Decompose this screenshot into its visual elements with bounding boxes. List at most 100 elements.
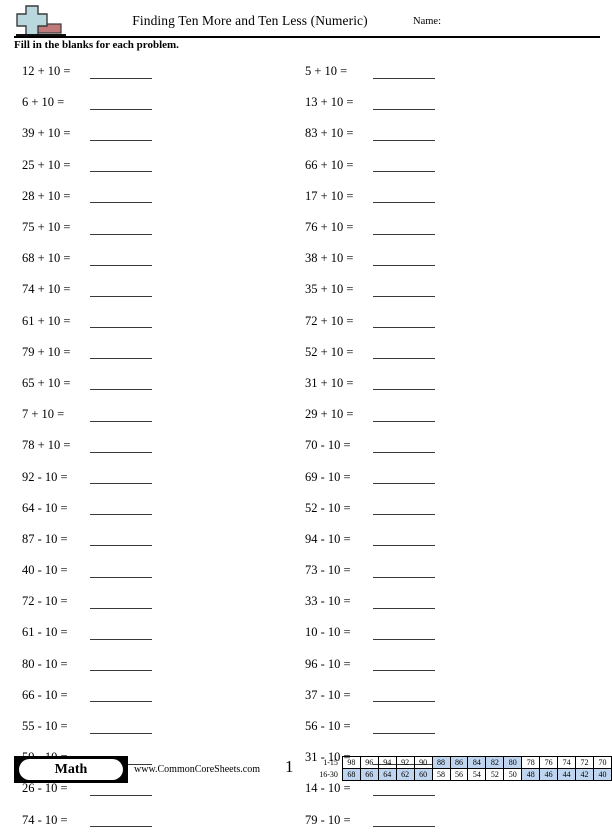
problem-row: 33 - 10 = xyxy=(305,586,575,617)
answer-blank[interactable] xyxy=(90,688,152,703)
problem-expression: 73 - 10 = xyxy=(305,563,351,578)
problem-expression: 68 + 10 = xyxy=(22,251,71,266)
answer-blank[interactable] xyxy=(373,96,435,110)
answer-blank[interactable] xyxy=(90,345,152,360)
answer-key-cell: 84 xyxy=(467,756,487,769)
answer-blank[interactable] xyxy=(90,626,152,640)
problem-row: 92 - 10 = xyxy=(22,461,292,492)
problem-row: 68 + 10 = xyxy=(22,243,292,274)
answer-blank[interactable] xyxy=(373,657,435,672)
site-url-text: www.CommonCoreSheets.com xyxy=(134,764,261,775)
answer-blank[interactable] xyxy=(373,127,435,141)
answer-blank[interactable] xyxy=(90,96,152,110)
answer-blank[interactable] xyxy=(373,564,435,578)
answer-blank[interactable] xyxy=(373,283,435,297)
problem-expression: 80 - 10 = xyxy=(22,656,68,671)
problem-expression: 40 - 10 = xyxy=(22,563,68,578)
answer-blank[interactable] xyxy=(90,470,152,485)
answer-key-cell: 54 xyxy=(467,768,487,781)
answer-blank[interactable] xyxy=(373,532,435,547)
problem-expression: 78 + 10 = xyxy=(22,438,71,453)
answer-blank[interactable] xyxy=(373,626,435,640)
problem-row: 94 - 10 = xyxy=(305,524,575,555)
answer-key-cell: 72 xyxy=(575,756,594,769)
answer-blank[interactable] xyxy=(373,158,435,173)
answer-blank[interactable] xyxy=(90,564,152,578)
answer-blank[interactable] xyxy=(90,252,152,266)
answer-blank[interactable] xyxy=(90,657,152,672)
problem-row: 76 + 10 = xyxy=(305,212,575,243)
answer-blank[interactable] xyxy=(373,65,435,79)
problem-row: 74 + 10 = xyxy=(22,274,292,305)
answer-key-cell: 50 xyxy=(503,768,523,781)
answer-blank[interactable] xyxy=(90,158,152,173)
answer-blank[interactable] xyxy=(373,688,435,703)
answer-blank[interactable] xyxy=(90,283,152,297)
answer-key-cell: 62 xyxy=(395,768,415,781)
answer-blank[interactable] xyxy=(90,189,152,204)
answer-blank[interactable] xyxy=(90,314,152,329)
problem-row: 29 + 10 = xyxy=(305,399,575,430)
problem-row: 72 + 10 = xyxy=(305,306,575,337)
answer-blank[interactable] xyxy=(90,221,152,235)
answer-blank[interactable] xyxy=(373,189,435,204)
problem-expression: 74 + 10 = xyxy=(22,282,71,297)
answer-blank[interactable] xyxy=(90,127,152,141)
problem-expression: 72 - 10 = xyxy=(22,594,68,609)
answer-blank[interactable] xyxy=(90,595,152,609)
problem-expression: 74 - 10 = xyxy=(22,812,68,827)
answer-blank[interactable] xyxy=(90,501,152,516)
answer-blank[interactable] xyxy=(373,595,435,609)
answer-key-cell: 88 xyxy=(431,756,451,769)
answer-blank[interactable] xyxy=(373,345,435,360)
answer-blank[interactable] xyxy=(90,532,152,547)
answer-blank[interactable] xyxy=(373,470,435,485)
problem-row: 28 + 10 = xyxy=(22,181,292,212)
answer-key-cell: 46 xyxy=(539,768,559,781)
problem-row: 38 + 10 = xyxy=(305,243,575,274)
answer-key-cell: 98 xyxy=(341,756,361,769)
answer-key-cell: 42 xyxy=(575,768,594,781)
answer-blank[interactable] xyxy=(90,439,152,453)
problem-expression: 28 + 10 = xyxy=(22,188,71,203)
answer-blank[interactable] xyxy=(90,65,152,79)
problem-expression: 72 + 10 = xyxy=(305,313,354,328)
problem-row: 64 - 10 = xyxy=(22,493,292,524)
answer-key-cell: 58 xyxy=(431,768,451,781)
problem-row: 83 + 10 = xyxy=(305,118,575,149)
subject-badge-label: Math xyxy=(19,759,123,780)
answer-blank[interactable] xyxy=(373,720,435,734)
answer-blank[interactable] xyxy=(373,439,435,453)
answer-blank[interactable] xyxy=(373,408,435,422)
problem-expression: 55 - 10 = xyxy=(22,719,68,734)
problem-row: 79 + 10 = xyxy=(22,337,292,368)
problem-row: 80 - 10 = xyxy=(22,649,292,680)
answer-blank[interactable] xyxy=(90,720,152,734)
problem-expression: 52 - 10 = xyxy=(305,500,351,515)
problem-row: 72 - 10 = xyxy=(22,586,292,617)
answer-key-cell: 52 xyxy=(485,768,505,781)
problem-expression: 75 + 10 = xyxy=(22,220,71,235)
answer-blank[interactable] xyxy=(90,813,152,828)
problem-expression: 31 + 10 = xyxy=(305,375,354,390)
answer-blank[interactable] xyxy=(373,501,435,516)
page-title: Finding Ten More and Ten Less (Numeric) xyxy=(132,13,368,28)
answer-blank[interactable] xyxy=(90,408,152,422)
page-header: Finding Ten More and Ten Less (Numeric) … xyxy=(0,0,612,40)
problem-row: 61 + 10 = xyxy=(22,306,292,337)
answer-blank[interactable] xyxy=(373,221,435,235)
answer-blank[interactable] xyxy=(373,376,435,391)
page-footer: Math www.CommonCoreSheets.com 1 1-15 98 96… xyxy=(0,753,612,789)
problem-expression: 37 - 10 = xyxy=(305,687,351,702)
problem-expression: 69 - 10 = xyxy=(305,469,351,484)
answer-blank[interactable] xyxy=(373,314,435,329)
problem-expression: 66 - 10 = xyxy=(22,687,68,702)
answer-blank[interactable] xyxy=(373,252,435,266)
answer-blank[interactable] xyxy=(90,376,152,391)
problem-row: 31 + 10 = xyxy=(305,368,575,399)
problem-row: 69 - 10 = xyxy=(305,461,575,492)
answer-blank[interactable] xyxy=(373,813,435,828)
problem-expression: 7 + 10 = xyxy=(22,407,65,422)
answer-key-table: 1-15 98 96 94 92 90 88 86 84 82 80 78 76 74 72 70 16-30 6… xyxy=(310,756,612,781)
problem-expression: 83 + 10 = xyxy=(305,126,354,141)
